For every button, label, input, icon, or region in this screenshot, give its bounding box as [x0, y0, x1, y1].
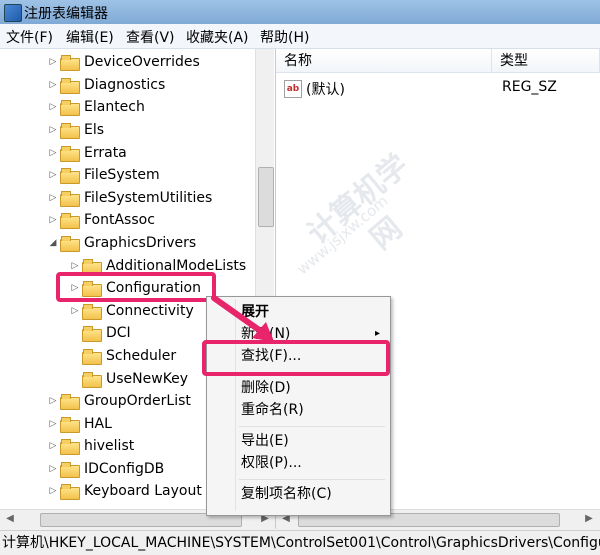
menu-rename[interactable]: 重命名(R)	[241, 399, 304, 421]
folder-icon	[82, 326, 102, 342]
tree-item-usenewkey[interactable]: UseNewKey	[70, 368, 188, 390]
expand-icon[interactable]: ▷	[70, 261, 80, 271]
menu-file[interactable]: 文件(F)	[6, 27, 53, 47]
title-bar: 注册表编辑器	[0, 0, 600, 25]
tree-item-els[interactable]: ▷ Els	[48, 119, 104, 141]
folder-icon	[60, 78, 80, 94]
tree-item-scheduler[interactable]: Scheduler	[70, 345, 176, 367]
expand-icon[interactable]: ▷	[70, 306, 80, 316]
menu-permissions[interactable]: 权限(P)...	[241, 452, 302, 474]
folder-icon	[60, 462, 80, 478]
expand-icon[interactable]: ▷	[48, 57, 58, 67]
value-type: REG_SZ	[502, 79, 557, 95]
expand-icon[interactable]: ▷	[48, 419, 58, 429]
tree-item-graphicsdrivers[interactable]: ◢ GraphicsDrivers	[48, 232, 196, 254]
menu-view[interactable]: 查看(V)	[126, 27, 175, 47]
folder-icon	[60, 484, 80, 500]
tree-item-fontassoc[interactable]: ▷ FontAssoc	[48, 209, 155, 231]
menu-favorites[interactable]: 收藏夹(A)	[186, 27, 249, 47]
folder-icon	[60, 191, 80, 207]
highlight-find	[202, 340, 390, 376]
expand-icon[interactable]: ▷	[48, 396, 58, 406]
regedit-app-icon	[4, 4, 22, 22]
menu-delete[interactable]: 删除(D)	[241, 377, 291, 399]
menu-export[interactable]: 导出(E)	[241, 430, 289, 452]
expand-icon[interactable]: ▷	[48, 125, 58, 135]
menu-separator	[239, 426, 385, 427]
scroll-left-icon[interactable]: ◀	[3, 512, 17, 526]
tree-item-elantech[interactable]: ▷ Elantech	[48, 96, 145, 118]
value-row-default[interactable]: ab (默认) REG_SZ	[276, 77, 600, 101]
folder-icon	[60, 123, 80, 139]
expand-icon[interactable]: ▷	[48, 215, 58, 225]
expand-icon[interactable]: ▷	[48, 441, 58, 451]
menu-copy-key-name[interactable]: 复制项名称(C)	[241, 483, 332, 505]
tree-item-filesystem[interactable]: ▷ FileSystem	[48, 164, 160, 186]
folder-icon	[60, 146, 80, 162]
tree-item-dci[interactable]: DCI	[70, 322, 131, 344]
value-name: (默认)	[306, 82, 345, 98]
tree-item-connectivity[interactable]: ▷ Connectivity	[70, 300, 194, 322]
scroll-right-icon[interactable]: ▶	[582, 512, 596, 526]
tree-item-diagnostics[interactable]: ▷ Diagnostics	[48, 74, 165, 96]
folder-icon	[60, 55, 80, 71]
expand-icon[interactable]: ▷	[48, 80, 58, 90]
folder-icon	[82, 349, 102, 365]
window-title: 注册表编辑器	[24, 6, 108, 22]
tree-item-hal[interactable]: ▷ HAL	[48, 413, 112, 435]
column-header-type[interactable]: 类型	[492, 49, 600, 73]
folder-icon	[60, 417, 80, 433]
annotation-arrow-icon	[211, 295, 274, 342]
folder-icon	[60, 394, 80, 410]
folder-icon	[60, 213, 80, 229]
tree-item-idconfigdb[interactable]: ▷ IDConfigDB	[48, 458, 164, 480]
tree-item-deviceoverrides[interactable]: ▷ DeviceOverrides	[48, 51, 200, 73]
expand-icon[interactable]: ▷	[48, 193, 58, 203]
tree-item-keyboard-layout[interactable]: ▷ Keyboard Layout	[48, 480, 202, 502]
expand-icon[interactable]: ▷	[48, 148, 58, 158]
expand-icon[interactable]: ▷	[48, 464, 58, 474]
column-header-name[interactable]: 名称	[276, 49, 492, 73]
tree-item-hivelist[interactable]: ▷ hivelist	[48, 435, 134, 457]
menu-separator	[239, 479, 385, 480]
folder-icon	[82, 259, 102, 275]
tree-item-grouporderlist[interactable]: ▷ GroupOrderList	[48, 390, 191, 412]
collapse-icon[interactable]: ◢	[48, 238, 58, 248]
scrollbar-thumb[interactable]	[258, 167, 274, 227]
folder-icon	[60, 168, 80, 184]
highlight-configuration	[56, 272, 216, 302]
folder-icon	[82, 304, 102, 320]
tree-item-filesystemutilities[interactable]: ▷ FileSystemUtilities	[48, 187, 212, 209]
ab-string-icon: ab	[284, 80, 302, 98]
folder-icon	[60, 439, 80, 455]
tree-item-errata[interactable]: ▷ Errata	[48, 142, 127, 164]
expand-icon[interactable]: ▷	[48, 170, 58, 180]
expand-icon[interactable]: ▷	[48, 102, 58, 112]
status-bar-path: 计算机\HKEY_LOCAL_MACHINE\SYSTEM\ControlSet…	[0, 530, 600, 555]
expand-icon[interactable]: ▷	[48, 486, 58, 496]
menu-edit[interactable]: 编辑(E)	[66, 27, 114, 47]
menu-bar: 文件(F) 编辑(E) 查看(V) 收藏夹(A) 帮助(H)	[0, 24, 600, 49]
menu-help[interactable]: 帮助(H)	[260, 27, 309, 47]
folder-icon	[60, 236, 80, 252]
folder-icon	[82, 372, 102, 388]
folder-icon	[60, 100, 80, 116]
